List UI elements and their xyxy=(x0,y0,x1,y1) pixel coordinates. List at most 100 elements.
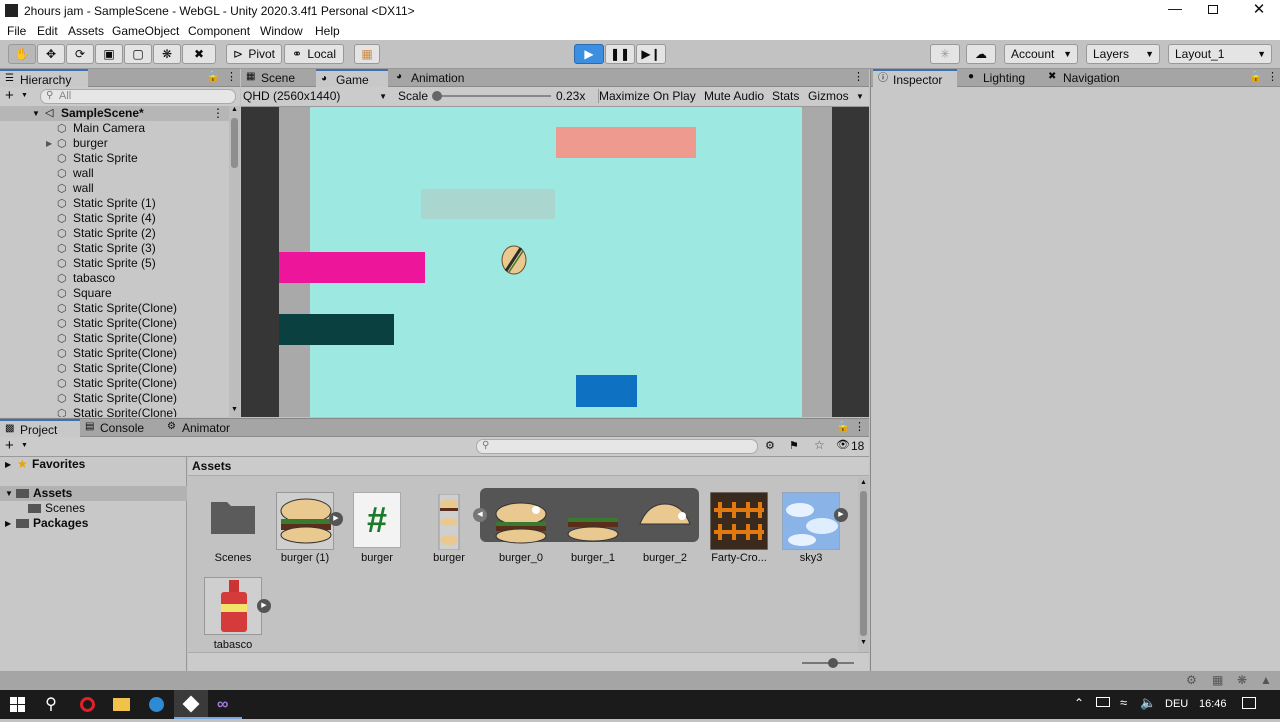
packages-folder-row[interactable]: ▶ Packages xyxy=(0,516,187,531)
hierarchy-row[interactable]: ⬡ Static Sprite(Clone) xyxy=(0,406,229,417)
asset-burger-1-sprite[interactable]: burger_1 xyxy=(558,490,628,580)
scroll-thumb[interactable] xyxy=(860,491,867,636)
opera-app[interactable] xyxy=(70,690,104,719)
start-button[interactable] xyxy=(0,690,34,719)
tab-project[interactable]: ▩ Project xyxy=(0,419,80,437)
chevron-down-icon[interactable]: ▼ xyxy=(856,92,864,101)
scale-slider[interactable] xyxy=(432,91,551,101)
hierarchy-search-input[interactable]: ⚲ All xyxy=(40,89,236,104)
hierarchy-row[interactable]: ⬡ Static Sprite(Clone) xyxy=(0,316,229,331)
asset-burger-0[interactable]: burger_0 xyxy=(486,490,556,580)
scenes-folder-row[interactable]: Scenes xyxy=(0,501,187,516)
scale-tool-button[interactable]: ▣ xyxy=(95,44,123,64)
game-viewport[interactable] xyxy=(241,107,869,417)
tab-navigation[interactable]: ✖ Navigation xyxy=(1043,69,1143,87)
play-circle-icon[interactable]: ▶ xyxy=(329,512,343,526)
hand-tool-button[interactable]: ✋ xyxy=(8,44,36,64)
chevron-down-icon[interactable]: ▼ xyxy=(21,442,28,449)
gizmos-toggle[interactable]: Gizmos xyxy=(808,89,849,103)
chevron-right-icon[interactable]: ▶ xyxy=(5,457,11,472)
minimize-button[interactable]: — xyxy=(1160,0,1190,21)
scene-row[interactable]: ▼ ◁ SampleScene* ⋮ xyxy=(0,106,229,121)
transform-tool-button[interactable]: ❋ xyxy=(153,44,181,64)
hierarchy-row[interactable]: ⬡ Static Sprite xyxy=(0,151,229,166)
account-dropdown[interactable]: Account ▼ xyxy=(1004,44,1078,64)
notification-icon[interactable] xyxy=(1242,697,1256,709)
filter-by-label-icon[interactable]: ⚑ xyxy=(789,439,799,452)
scroll-thumb[interactable] xyxy=(231,118,238,168)
hierarchy-row[interactable]: ⬡ tabasco xyxy=(0,271,229,286)
chevron-down-icon[interactable]: ▼ xyxy=(21,92,28,99)
hierarchy-row[interactable]: ⬡ Square xyxy=(0,286,229,301)
layers-dropdown[interactable]: Layers ▼ xyxy=(1086,44,1160,64)
tab-game[interactable]: ◕ Game xyxy=(316,69,388,87)
asset-grid-scrollbar[interactable]: ▲ ▼ xyxy=(858,477,869,652)
filter-by-type-icon[interactable]: ⚙ xyxy=(765,439,775,452)
custom-tool-button[interactable]: ✖ xyxy=(182,44,216,64)
move-tool-button[interactable]: ✥ xyxy=(37,44,65,64)
kebab-menu-icon[interactable]: ⋮ xyxy=(853,70,864,83)
favorites-row[interactable]: ▶ ★ Favorites xyxy=(0,457,187,472)
tab-scene[interactable]: ▦ Scene xyxy=(241,69,313,87)
play-button[interactable]: ▶ xyxy=(574,44,604,64)
menu-assets[interactable]: Assets xyxy=(68,24,104,38)
lock-icon[interactable]: 🔒 xyxy=(206,70,220,83)
hierarchy-scrollbar[interactable]: ▲ ▼ xyxy=(229,106,240,417)
unity-app[interactable] xyxy=(174,690,208,719)
tab-animator[interactable]: ⚙ Animator xyxy=(162,419,242,437)
hierarchy-row[interactable]: ⬡ wall xyxy=(0,181,229,196)
chevron-down-icon[interactable]: ▼ xyxy=(5,486,13,501)
hierarchy-row[interactable]: ⬡ Main Camera xyxy=(0,121,229,136)
favorite-star-icon[interactable]: ☆ xyxy=(814,438,825,452)
rect-tool-button[interactable]: ▢ xyxy=(124,44,152,64)
project-search-input[interactable]: ⚲ xyxy=(476,439,758,454)
show-hidden-icons-icon[interactable]: ⌃ xyxy=(1074,696,1084,710)
asset-burger-2[interactable]: burger_2 xyxy=(630,490,700,580)
scroll-down-icon[interactable]: ▼ xyxy=(860,639,867,646)
scale-slider-thumb[interactable] xyxy=(432,91,442,101)
hierarchy-row[interactable]: ▶ ⬡ burger xyxy=(0,136,229,151)
local-button[interactable]: ⚭ Local xyxy=(284,44,344,64)
hierarchy-row[interactable]: ⬡ Static Sprite (2) xyxy=(0,226,229,241)
grid-snap-button[interactable]: ▦ xyxy=(354,44,380,64)
asset-farty-cro[interactable]: Farty-Cro... xyxy=(704,490,774,580)
play-circle-icon[interactable]: ▶ xyxy=(257,599,271,613)
step-button[interactable]: ▶❙ xyxy=(636,44,666,64)
kebab-menu-icon[interactable]: ⋮ xyxy=(212,106,224,121)
hierarchy-row[interactable]: ⬡ wall xyxy=(0,166,229,181)
debug-icon[interactable]: ⚙ xyxy=(1186,673,1197,687)
hierarchy-row[interactable]: ⬡ Static Sprite(Clone) xyxy=(0,391,229,406)
pause-button[interactable]: ❚❚ xyxy=(605,44,635,64)
input-language[interactable]: DEU xyxy=(1165,698,1188,710)
breadcrumb-assets[interactable]: Assets xyxy=(192,459,231,473)
scroll-down-icon[interactable]: ▼ xyxy=(231,406,238,413)
clock[interactable]: 16:46 xyxy=(1199,698,1227,710)
chevron-right-icon[interactable]: ▶ xyxy=(46,136,52,151)
hierarchy-row[interactable]: ⬡ Static Sprite (4) xyxy=(0,211,229,226)
hidden-eye-icon[interactable]: 👁 xyxy=(836,438,850,451)
chevron-down-icon[interactable]: ▼ xyxy=(32,106,40,121)
asset-sky3[interactable]: sky3 xyxy=(776,490,846,580)
kebab-menu-icon[interactable]: ⋮ xyxy=(226,70,237,83)
assets-folder-row[interactable]: ▼ Assets xyxy=(0,486,187,501)
hierarchy-row[interactable]: ⬡ Static Sprite(Clone) xyxy=(0,331,229,346)
lock-icon[interactable]: 🔒 xyxy=(1249,70,1263,83)
tab-console[interactable]: ▤ Console xyxy=(80,419,160,437)
menu-gameobject[interactable]: GameObject xyxy=(112,24,179,38)
layout-dropdown[interactable]: Layout_1 ▼ xyxy=(1168,44,1272,64)
lighting-status-icon[interactable]: ▲ xyxy=(1260,673,1272,687)
rotate-tool-button[interactable]: ⟳ xyxy=(66,44,94,64)
maximize-on-play-toggle[interactable]: Maximize On Play xyxy=(598,89,696,103)
chevron-right-icon[interactable]: ▶ xyxy=(5,516,11,531)
tab-inspector[interactable]: ⓘ Inspector xyxy=(873,69,957,87)
kebab-menu-icon[interactable]: ⋮ xyxy=(854,420,865,433)
browser-app[interactable] xyxy=(140,690,174,719)
visual-studio-app[interactable]: ∞ xyxy=(208,690,242,719)
resolution-dropdown[interactable]: QHD (2560x1440) ▼ xyxy=(243,88,389,105)
hierarchy-row[interactable]: ⬡ Static Sprite(Clone) xyxy=(0,376,229,391)
hierarchy-row[interactable]: ⬡ Static Sprite (3) xyxy=(0,241,229,256)
battery-icon[interactable] xyxy=(1096,697,1110,707)
stats-toggle[interactable]: Stats xyxy=(772,89,799,103)
hierarchy-row[interactable]: ⬡ Static Sprite(Clone) xyxy=(0,346,229,361)
hierarchy-row[interactable]: ⬡ Static Sprite(Clone) xyxy=(0,301,229,316)
